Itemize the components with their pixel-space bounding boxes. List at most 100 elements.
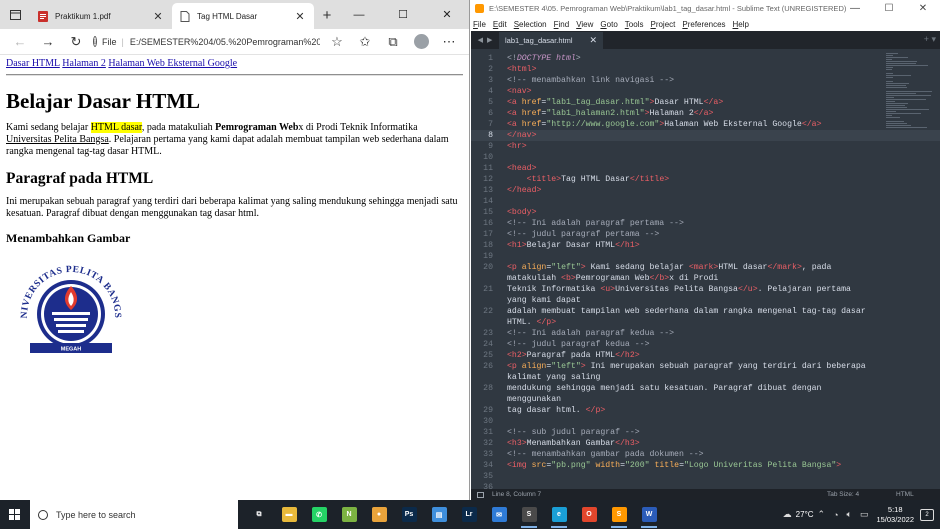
code-line[interactable]: <nav> xyxy=(507,86,532,97)
taskbar-app-sublime-text[interactable]: S xyxy=(514,500,544,529)
taskbar-app-sublime-text-2[interactable]: S xyxy=(604,500,634,529)
link-halaman-2[interactable]: Halaman 2 xyxy=(62,58,106,69)
code-text-area[interactable]: <!DOCTYPE html> <html> <!-- menambahkan li… xyxy=(507,49,885,489)
code-line[interactable]: mendukung sehingga menjadi satu kesatuan… xyxy=(507,383,821,394)
taskbar-search-box[interactable]: Type here to search xyxy=(30,500,238,529)
code-line[interactable]: matakuliah <b>Pemrograman Web</b>x di Pr… xyxy=(507,273,718,284)
code-line[interactable]: <h2>Paragraf pada HTML</h2> xyxy=(507,350,640,361)
menu-edit[interactable]: Edit xyxy=(493,20,507,29)
code-line[interactable]: <a href="lab1_tag_dasar.html">Dasar HTML… xyxy=(507,97,723,108)
start-button[interactable] xyxy=(0,500,30,529)
more-menu-icon[interactable]: ⋯ xyxy=(435,31,463,53)
clock[interactable]: 5:18 15/03/2022 xyxy=(876,505,914,525)
code-line[interactable]: <html> xyxy=(507,64,536,75)
notification-center-icon[interactable]: 2 xyxy=(920,508,934,521)
chevron-up-icon[interactable]: ⌃ xyxy=(818,509,826,520)
taskbar-app-photoshop[interactable]: Ps xyxy=(394,500,424,529)
close-file-icon[interactable]: ✕ xyxy=(589,35,597,46)
taskbar-app-notepad-plus[interactable]: N xyxy=(334,500,364,529)
code-line[interactable]: <body> xyxy=(507,207,536,218)
forward-arrow-icon[interactable]: → xyxy=(34,31,62,53)
menu-selection[interactable]: Selection xyxy=(514,20,547,29)
taskbar-app-lightroom[interactable]: Lr xyxy=(454,500,484,529)
link-google[interactable]: Halaman Web Eksternal Google xyxy=(108,58,237,69)
code-line[interactable]: <p align="left"> Kami sedang belajar <ma… xyxy=(507,262,831,273)
code-line[interactable]: <head> xyxy=(507,163,536,174)
menu-preferences[interactable]: Preferences xyxy=(682,20,725,29)
new-file-plus-icon[interactable]: + ▾ xyxy=(924,34,936,45)
taskbar-app-office[interactable]: O xyxy=(574,500,604,529)
code-line[interactable]: menggunakan xyxy=(507,394,561,405)
minimize-icon[interactable]: — xyxy=(337,0,381,29)
battery-icon[interactable]: ▭ xyxy=(860,509,869,520)
code-line[interactable]: <title>Tag HTML Dasar</title> xyxy=(507,174,670,185)
code-line[interactable]: <img src="pb.png" width="200" title="Log… xyxy=(507,460,841,471)
weather-icon[interactable]: ☁ xyxy=(783,509,792,520)
panel-toggle-icon[interactable] xyxy=(477,491,484,498)
close-tab-icon[interactable]: ✕ xyxy=(152,10,164,23)
favorite-star-icon[interactable]: ☆ xyxy=(323,31,351,53)
close-tab-icon[interactable]: ✕ xyxy=(294,10,306,23)
code-line[interactable]: tag dasar html. </p> xyxy=(507,405,605,416)
favorites-icon[interactable]: ✩ xyxy=(351,31,379,53)
code-line[interactable]: <!-- menambahkan link navigasi --> xyxy=(507,75,674,86)
code-line[interactable]: <!-- sub judul paragraf --> xyxy=(507,427,640,438)
link-dasar-html[interactable]: Dasar HTML xyxy=(6,58,60,69)
minimize-icon[interactable]: — xyxy=(838,0,872,17)
address-bar[interactable]: i File | E:/SEMESTER%204/05.%20Pemrogram… xyxy=(93,31,320,53)
tab-actions-icon[interactable] xyxy=(0,0,30,29)
tab-tag-html-dasar[interactable]: Tag HTML Dasar ✕ xyxy=(172,3,314,29)
menu-project[interactable]: Project xyxy=(650,20,675,29)
menu-file[interactable]: File xyxy=(473,20,486,29)
code-line[interactable]: <!-- Ini adalah paragraf kedua --> xyxy=(507,328,674,339)
menu-goto[interactable]: Goto xyxy=(600,20,617,29)
tab-size-indicator[interactable]: Tab Size: 4 xyxy=(827,489,859,500)
code-line[interactable]: adalah membuat tampilan web sederhana da… xyxy=(507,306,866,317)
back-arrow-icon[interactable]: ← xyxy=(6,31,34,53)
code-line[interactable]: </head> xyxy=(507,185,541,196)
maximize-icon[interactable]: ☐ xyxy=(381,0,425,29)
taskbar-app-task-view[interactable]: ⧉ xyxy=(244,500,274,529)
address-url[interactable]: E:/SEMESTER%204/05.%20Pemrograman%20W... xyxy=(130,37,320,47)
info-icon[interactable]: i xyxy=(93,36,97,47)
menu-tools[interactable]: Tools xyxy=(625,20,644,29)
taskbar-app-mail[interactable]: ✉ xyxy=(484,500,514,529)
code-line[interactable]: <!-- Ini adalah paragraf pertama --> xyxy=(507,218,684,229)
code-line[interactable]: HTML. </p> xyxy=(507,317,556,328)
code-line[interactable]: kalimat yang saling xyxy=(507,372,600,383)
weather-temperature[interactable]: 27°C xyxy=(796,510,814,519)
reload-icon[interactable]: ↻ xyxy=(62,31,90,53)
code-line[interactable]: <!-- judul paragraf pertama --> xyxy=(507,229,659,240)
taskbar-app-word[interactable]: W xyxy=(634,500,664,529)
menu-help[interactable]: Help xyxy=(733,20,749,29)
collections-icon[interactable]: ⧉ xyxy=(379,31,407,53)
code-line[interactable]: <hr> xyxy=(507,141,527,152)
tab-praktikum-pdf[interactable]: Praktikum 1.pdf ✕ xyxy=(30,3,172,29)
tab-scroll-arrows-icon[interactable]: ◀ ▶ xyxy=(471,31,499,49)
code-line[interactable]: Teknik Informatika <u>Universitas Pelita… xyxy=(507,284,851,295)
close-icon[interactable]: ✕ xyxy=(425,0,469,29)
taskbar-app-explorer-folder[interactable]: ▤ xyxy=(424,500,454,529)
taskbar-app-file-explorer[interactable]: ▬ xyxy=(274,500,304,529)
code-line[interactable]: <p align="left"> Ini merupakan sebuah pa… xyxy=(507,361,866,372)
taskbar-app-edge[interactable]: e xyxy=(544,500,574,529)
code-line[interactable]: <!-- menambahkan gambar pada dokumen --> xyxy=(507,449,704,460)
profile-avatar[interactable] xyxy=(407,31,435,53)
taskbar-app-whatsapp[interactable]: ✆ xyxy=(304,500,334,529)
code-line[interactable]: yang kami dapat xyxy=(507,295,581,306)
code-line[interactable]: <!DOCTYPE html> xyxy=(507,53,581,64)
menu-view[interactable]: View xyxy=(576,20,593,29)
syntax-indicator[interactable]: HTML xyxy=(896,491,914,498)
close-icon[interactable]: ✕ xyxy=(906,0,940,17)
minimap[interactable] xyxy=(886,53,932,128)
volume-icon[interactable]: 🔈︎ xyxy=(847,509,852,520)
network-icon[interactable]: ◔ xyxy=(833,510,838,520)
code-line[interactable]: <!-- judul paragraf kedua --> xyxy=(507,339,650,350)
code-line[interactable]: </nav> xyxy=(507,130,536,141)
code-line[interactable]: <h3>Menambahkan Gambar</h3> xyxy=(507,438,640,449)
file-tab[interactable]: lab1_tag_dasar.html ✕ xyxy=(499,32,603,49)
taskbar-app-chrome[interactable]: ● xyxy=(364,500,394,529)
code-line[interactable]: <h1>Belajar Dasar HTML</h1> xyxy=(507,240,640,251)
code-editor[interactable]: 1 2 3 4 5 6 7 8 9 10 11 12 13 14 15 16 17 18 19 20 21 22 23 24 2… xyxy=(471,49,940,492)
menu-find[interactable]: Find xyxy=(554,20,570,29)
